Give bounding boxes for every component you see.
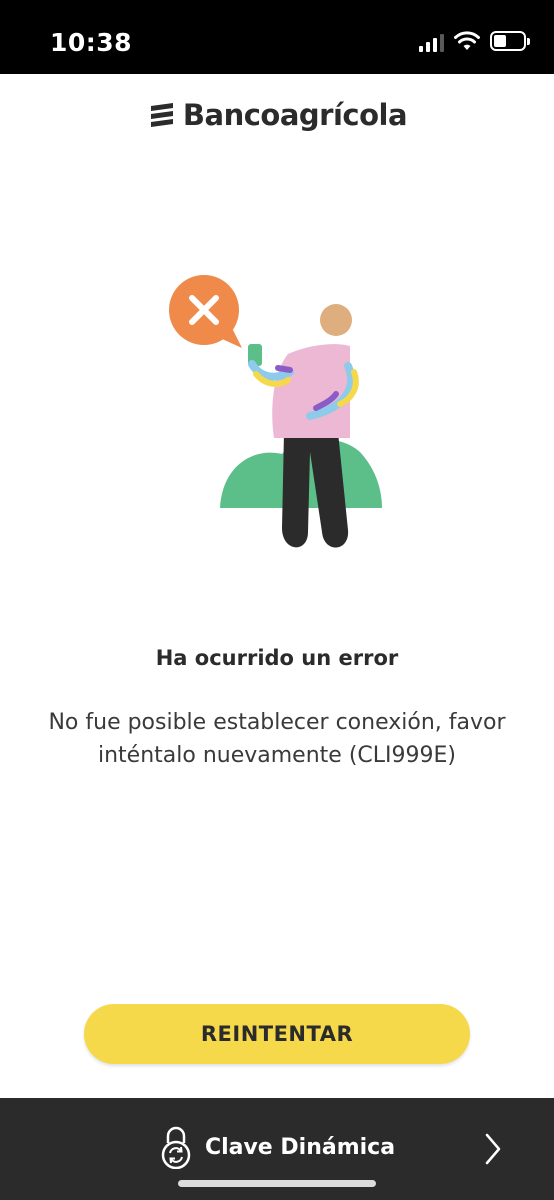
- wifi-icon: [454, 31, 480, 50]
- status-icons: [419, 30, 530, 52]
- lock-refresh-icon: [161, 1126, 191, 1169]
- error-title: Ha ocurrido un error: [155, 646, 399, 670]
- battery-icon: [490, 31, 530, 51]
- logo-mark-icon: [150, 103, 173, 127]
- logo-text: Bancoagrícola: [182, 98, 408, 132]
- status-bar: 10:38: [0, 0, 554, 74]
- retry-button[interactable]: REINTENTAR: [84, 1004, 470, 1064]
- bank-logo: Bancoagrícola: [0, 98, 554, 132]
- error-illustration: [169, 275, 382, 548]
- chevron-right-icon[interactable]: [484, 1132, 502, 1166]
- dynamic-key-label: Clave Dinámica: [204, 1134, 396, 1160]
- dynamic-key-button[interactable]: Clave Dinámica: [0, 1124, 554, 1170]
- cellular-signal-icon: [419, 30, 444, 52]
- status-time: 10:38: [50, 28, 133, 57]
- error-message: No fue posible establecer conexión, favo…: [48, 710, 506, 768]
- home-indicator: [178, 1180, 376, 1187]
- error-screen: 10:38 Bancoagrícola Ha ocurrido un error…: [0, 0, 554, 1200]
